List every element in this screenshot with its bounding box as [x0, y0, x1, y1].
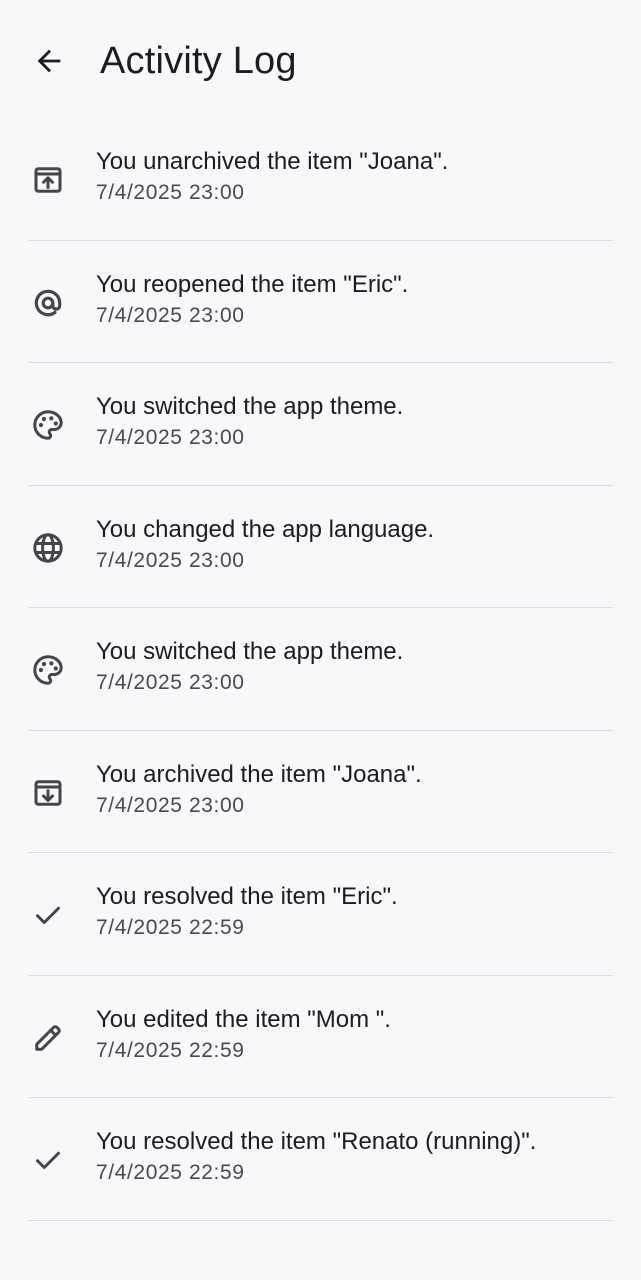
unarchive-icon: [28, 160, 68, 200]
divider: [28, 1219, 613, 1221]
activity-item-archive[interactable]: You archived the item "Joana". 7/4/2025 …: [0, 731, 641, 853]
back-button[interactable]: [22, 36, 76, 86]
activity-item-unarchive[interactable]: You unarchived the item "Joana". 7/4/202…: [0, 118, 641, 241]
activity-item-edit[interactable]: You edited the item "Mom ". 7/4/2025 22:…: [0, 976, 641, 1098]
activity-message: You resolved the item "Renato (running)"…: [96, 1128, 537, 1155]
activity-timestamp: 7/4/2025 23:00: [96, 671, 245, 694]
activity-message: You switched the app theme.: [96, 393, 404, 420]
activity-list: You unarchived the item "Joana". 7/4/202…: [0, 118, 641, 1221]
activity-message: You reopened the item "Eric".: [96, 270, 409, 298]
arrow-back-icon: [32, 44, 66, 78]
alternate-email-icon: [28, 283, 68, 323]
activity-message: You edited the item "Mom ".: [96, 1005, 391, 1033]
activity-item-resolve[interactable]: You resolved the item "Eric". 7/4/2025 2…: [0, 853, 641, 976]
activity-item-resolve[interactable]: You resolved the item "Renato (running)"…: [0, 1098, 641, 1221]
activity-timestamp: 7/4/2025 22:59: [96, 1038, 245, 1062]
activity-timestamp: 7/4/2025 23:00: [96, 426, 245, 449]
activity-message: You unarchived the item "Joana".: [96, 148, 449, 175]
activity-message: You resolved the item "Eric".: [96, 883, 398, 910]
activity-timestamp: 7/4/2025 22:59: [96, 1161, 245, 1184]
activity-message: You switched the app theme.: [96, 638, 404, 665]
check-icon: [28, 895, 68, 935]
page-title: Activity Log: [100, 40, 297, 82]
activity-message: You changed the app language.: [96, 515, 435, 543]
activity-item-reopen[interactable]: You reopened the item "Eric". 7/4/2025 2…: [0, 241, 641, 363]
palette-icon: [28, 650, 68, 690]
activity-item-language[interactable]: You changed the app language. 7/4/2025 2…: [0, 486, 641, 608]
archive-icon: [28, 773, 68, 813]
check-icon: [28, 1140, 68, 1180]
palette-icon: [28, 405, 68, 445]
activity-message: You archived the item "Joana".: [96, 760, 422, 788]
activity-item-theme[interactable]: You switched the app theme. 7/4/2025 23:…: [0, 363, 641, 486]
activity-item-theme[interactable]: You switched the app theme. 7/4/2025 23:…: [0, 608, 641, 731]
top-app-bar: Activity Log: [0, 0, 641, 122]
edit-icon: [28, 1018, 68, 1058]
activity-timestamp: 7/4/2025 22:59: [96, 916, 245, 939]
activity-timestamp: 7/4/2025 23:00: [96, 181, 245, 204]
activity-timestamp: 7/4/2025 23:00: [96, 303, 245, 327]
language-icon: [28, 528, 68, 568]
activity-timestamp: 7/4/2025 23:00: [96, 793, 245, 817]
activity-timestamp: 7/4/2025 23:00: [96, 548, 245, 572]
